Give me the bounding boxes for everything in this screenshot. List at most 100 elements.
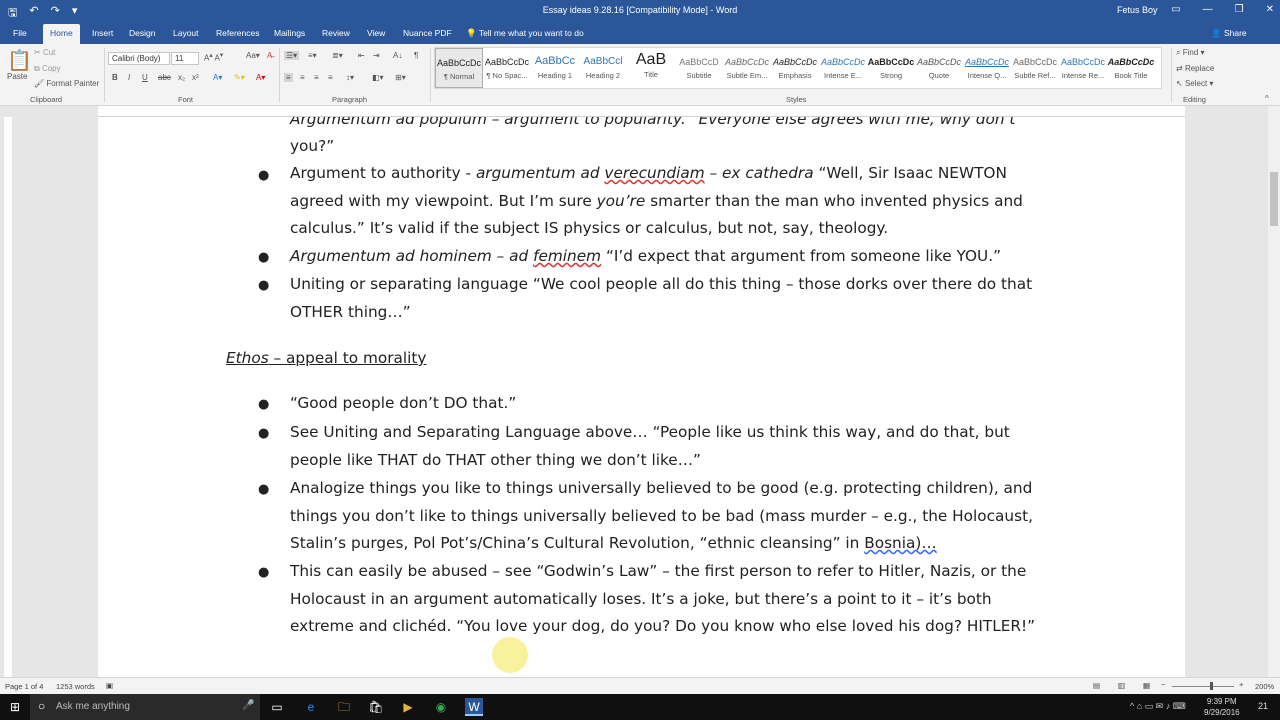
style-heading-2[interactable]: AaBbCcl Heading 2	[579, 48, 627, 88]
align-center-icon[interactable]: ≡	[300, 73, 305, 82]
style-intense-reference[interactable]: AaBbCcDc Intense Re...	[1059, 48, 1107, 88]
read-mode-icon[interactable]: ▤	[1093, 681, 1100, 690]
borders-icon[interactable]: ⊞▾	[395, 73, 406, 82]
paste-icon[interactable]: 📋	[7, 48, 32, 73]
underline-button[interactable]: U	[142, 73, 148, 82]
clock[interactable]: 9:39 PM 9/29/2016	[1204, 696, 1240, 718]
microphone-icon[interactable]: 🎤	[242, 700, 254, 711]
line-spacing-icon[interactable]: ↕▾	[346, 73, 354, 82]
user-name[interactable]: Fetus Boy	[1117, 5, 1158, 15]
clear-formatting-icon[interactable]: A̶	[267, 51, 272, 60]
tab-view[interactable]: View	[367, 28, 385, 38]
tab-design[interactable]: Design	[129, 28, 155, 38]
change-case-icon[interactable]: Aa▾	[246, 51, 260, 60]
copy-button[interactable]: ⧉ Copy	[34, 64, 61, 74]
cut-button[interactable]: ✂ Cut	[34, 48, 55, 57]
word-count[interactable]: 1253 words	[56, 682, 95, 691]
tell-me-box[interactable]: 💡 Tell me what you want to do	[466, 28, 584, 39]
replace-button[interactable]: ⇄ Replace	[1176, 64, 1214, 73]
font-name-box[interactable]: Calibri (Body)	[108, 52, 170, 65]
decrease-indent-icon[interactable]: ⇤	[358, 51, 365, 60]
subscript-button[interactable]: x₂	[178, 73, 185, 82]
zoom-in-icon[interactable]: +	[1239, 680, 1243, 689]
align-right-icon[interactable]: ≡	[314, 73, 319, 82]
style-subtle-reference[interactable]: AaBbCcDc Subtle Ref...	[1011, 48, 1059, 88]
tab-references[interactable]: References	[216, 28, 259, 38]
increase-indent-icon[interactable]: ⇥	[373, 51, 380, 60]
cortana-search-box[interactable]: ○ Ask me anything 🎤	[30, 694, 260, 720]
close-icon[interactable]: ✕	[1266, 4, 1274, 15]
windows-start-icon[interactable]: ⊞	[6, 698, 24, 716]
highlight-color-icon[interactable]: ✎▾	[234, 73, 245, 82]
tab-nuance-pdf[interactable]: Nuance PDF	[403, 28, 452, 38]
style-emphasis[interactable]: AaBbCcDc Emphasis	[771, 48, 819, 88]
word-taskbar-icon[interactable]: W	[465, 698, 483, 716]
style-strong[interactable]: AaBbCcDc Strong	[867, 48, 915, 88]
paste-label[interactable]: Paste	[7, 72, 27, 81]
ribbon-tabs: File Home Insert Design Layout Reference…	[0, 22, 1280, 44]
minimize-icon[interactable]: —	[1203, 4, 1213, 15]
tray-icons[interactable]: ^ ⌂ ▭ ✉ ♪ ⌨	[1130, 701, 1186, 712]
vertical-ruler[interactable]	[4, 117, 12, 677]
style-title[interactable]: AaB Title	[627, 48, 675, 88]
print-layout-icon[interactable]: ▥	[1118, 681, 1125, 690]
web-layout-icon[interactable]: ▦	[1143, 681, 1150, 690]
align-left-icon[interactable]: ≡	[284, 73, 293, 82]
tab-file[interactable]: File	[13, 28, 27, 38]
tab-review[interactable]: Review	[322, 28, 350, 38]
edge-icon[interactable]: e	[302, 698, 320, 716]
justify-icon[interactable]: ≡	[328, 73, 333, 82]
style-intense-quote[interactable]: AaBbCcDc Intense Q...	[963, 48, 1011, 88]
show-marks-icon[interactable]: ¶	[414, 51, 418, 60]
style-normal[interactable]: AaBbCcDc ¶ Normal	[435, 48, 483, 88]
tab-layout[interactable]: Layout	[173, 28, 199, 38]
select-button[interactable]: ↖ Select ▾	[1176, 79, 1213, 88]
bullet-dot: ●	[258, 278, 270, 293]
horizontal-ruler[interactable]	[98, 106, 1185, 117]
bullets-button[interactable]: ☰▾	[284, 51, 300, 60]
document-page[interactable]: Argumentum ad populum – argument to popu…	[98, 117, 1185, 677]
text-effects-icon[interactable]: A▾	[213, 73, 222, 82]
chrome-icon[interactable]: ◉	[432, 698, 450, 716]
multilevel-list-button[interactable]: ≣▾	[332, 51, 343, 60]
font-color-icon[interactable]: A▾	[256, 73, 265, 82]
zoom-out-icon[interactable]: −	[1161, 680, 1165, 689]
format-painter-button[interactable]: 🖌 Format Painter	[34, 79, 99, 88]
zoom-slider[interactable]	[1172, 686, 1234, 687]
zoom-slider-handle[interactable]	[1210, 682, 1213, 690]
proofing-icon[interactable]: ▣	[106, 681, 113, 690]
style-quote[interactable]: AaBbCcDc Quote	[915, 48, 963, 88]
share-button[interactable]: 👤 Share	[1211, 28, 1247, 39]
collapse-ribbon-icon[interactable]: ^	[1265, 94, 1269, 103]
style-no-spacing[interactable]: AaBbCcDc ¶ No Spac...	[483, 48, 531, 88]
style-subtle-emphasis[interactable]: AaBbCcDc Subtle Em...	[723, 48, 771, 88]
italic-button[interactable]: I	[128, 73, 130, 82]
zoom-level[interactable]: 200%	[1255, 682, 1274, 691]
tab-home[interactable]: Home	[43, 24, 80, 44]
style-heading-1[interactable]: AaBbCc Heading 1	[531, 48, 579, 88]
media-player-icon[interactable]: ▶	[399, 698, 417, 716]
divider	[279, 48, 280, 102]
style-book-title[interactable]: AaBbCcDc Book Title	[1107, 48, 1155, 88]
tab-mailings[interactable]: Mailings	[274, 28, 305, 38]
sort-icon[interactable]: A↓	[393, 51, 402, 60]
scrollbar-thumb[interactable]	[1270, 172, 1278, 226]
superscript-button[interactable]: x²	[192, 73, 199, 82]
restore-icon[interactable]: ❐	[1235, 4, 1244, 15]
numbering-button[interactable]: ≡▾	[308, 51, 317, 60]
font-size-box[interactable]: 11	[171, 52, 199, 65]
find-button[interactable]: ⌕ Find ▾	[1176, 48, 1205, 58]
ribbon-display-icon[interactable]: ▭	[1171, 4, 1180, 15]
strikethrough-button[interactable]: abc	[158, 73, 171, 82]
style-subtitle[interactable]: AaBbCcD Subtitle	[675, 48, 723, 88]
grow-shrink-font-icons[interactable]: A▴ A▾	[204, 51, 223, 63]
notification-count[interactable]: 21	[1258, 701, 1268, 711]
bold-button[interactable]: B	[112, 73, 118, 82]
store-icon[interactable]: 🛍	[367, 698, 385, 716]
tab-insert[interactable]: Insert	[92, 28, 113, 38]
page-indicator[interactable]: Page 1 of 4	[5, 682, 43, 691]
style-intense-emphasis[interactable]: AaBbCcDc Intense E...	[819, 48, 867, 88]
file-explorer-icon[interactable]: 🗀	[335, 698, 353, 716]
task-view-icon[interactable]: ▭	[268, 698, 286, 716]
shading-icon[interactable]: ◧▾	[372, 73, 384, 82]
